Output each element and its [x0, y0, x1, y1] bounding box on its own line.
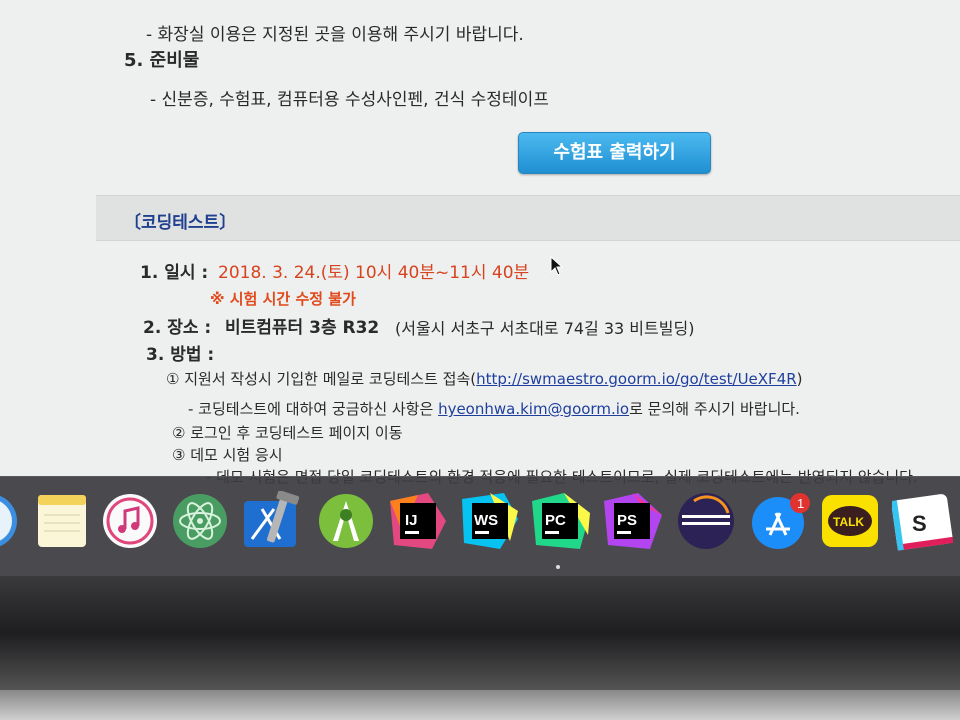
- svg-text:WS: WS: [474, 512, 498, 529]
- step-1: ① 지원서 작성시 기입한 메일로 코딩테스트 접속(http://swmaes…: [166, 368, 803, 389]
- time-note: ※ 시험 시간 수정 불가: [210, 290, 356, 308]
- inquiry-line: - 코딩테스트에 대하여 궁금하신 사항은 hyeonhwa.kim@goorm…: [188, 398, 800, 419]
- atom-icon[interactable]: [170, 491, 230, 551]
- screen: - 화장실 이용은 지정된 곳을 이용해 주시기 바랍니다. 5. 준비물 - …: [0, 0, 960, 600]
- android-studio-icon[interactable]: [316, 491, 376, 551]
- intellij-idea-icon[interactable]: IJ: [388, 491, 448, 551]
- svg-text:S: S: [912, 511, 927, 536]
- svg-text:PC: PC: [545, 512, 566, 529]
- notes-icon[interactable]: [34, 491, 94, 551]
- svg-text:1: 1: [797, 496, 804, 511]
- toilet-notice: - 화장실 이용은 지정된 곳을 이용해 주시기 바랍니다.: [146, 25, 524, 45]
- safari-icon[interactable]: [0, 491, 20, 551]
- web-page: - 화장실 이용은 지정된 곳을 이용해 주시기 바랍니다. 5. 준비물 - …: [0, 0, 960, 520]
- inquiry-prefix: - 코딩테스트에 대하여 궁금하신 사항은: [188, 400, 439, 418]
- webstorm-icon[interactable]: WS: [460, 491, 520, 551]
- inquiry-email-link[interactable]: hyeonhwa.kim@goorm.io: [438, 400, 629, 418]
- running-indicator: [556, 565, 560, 569]
- svg-text:PS: PS: [617, 512, 637, 529]
- inquiry-suffix: 로 문의해 주시기 바랍니다.: [629, 400, 800, 418]
- coding-test-link[interactable]: http://swmaestro.goorm.io/go/test/UeXF4R: [476, 370, 797, 388]
- coding-test-section-header: 〔코딩테스트〕: [96, 195, 960, 241]
- prep-items: - 신분증, 수험표, 컴퓨터용 수성사인펜, 건식 수정테이프: [150, 90, 549, 110]
- mouse-cursor-icon: [550, 256, 564, 276]
- prep-heading: 5. 준비물: [124, 50, 200, 71]
- step-1-close: ): [796, 370, 803, 388]
- place-address: (서울시 서초구 서초대로 74길 33 비트빌딩): [395, 319, 695, 338]
- phpstorm-icon[interactable]: PS: [602, 491, 662, 551]
- app-store-icon[interactable]: 1: [748, 491, 810, 551]
- place-value: 비트컴퓨터 3층 R32: [225, 318, 380, 338]
- method-label: 3. 방법 :: [146, 345, 215, 365]
- itunes-icon[interactable]: [100, 491, 160, 551]
- pycharm-icon[interactable]: PC: [530, 491, 590, 551]
- svg-text:TALK: TALK: [833, 515, 864, 529]
- date-value: 2018. 3. 24.(토) 10시 40분~11시 40분: [218, 263, 530, 283]
- svg-text:IJ: IJ: [405, 512, 418, 529]
- section-title: 〔코딩테스트〕: [124, 213, 237, 233]
- macos-dock: IJ WS PC PS 1 TALK S: [0, 476, 960, 576]
- date-label: 1. 일시 :: [140, 263, 209, 283]
- place-label: 2. 장소 :: [143, 318, 212, 338]
- slack-icon[interactable]: S: [890, 491, 954, 551]
- step-2: ② 로그인 후 코딩테스트 페이지 이동: [172, 424, 403, 442]
- xcode-icon[interactable]: [240, 490, 300, 551]
- laptop-base-edge: [0, 690, 960, 720]
- print-admission-ticket-button[interactable]: 수험표 출력하기: [518, 132, 711, 174]
- kakaotalk-icon[interactable]: TALK: [820, 491, 880, 551]
- step-1-text: ① 지원서 작성시 기입한 메일로 코딩테스트 접속(: [166, 370, 477, 388]
- step-3: ③ 데모 시험 응시: [172, 446, 283, 464]
- eclipse-icon[interactable]: [674, 491, 734, 551]
